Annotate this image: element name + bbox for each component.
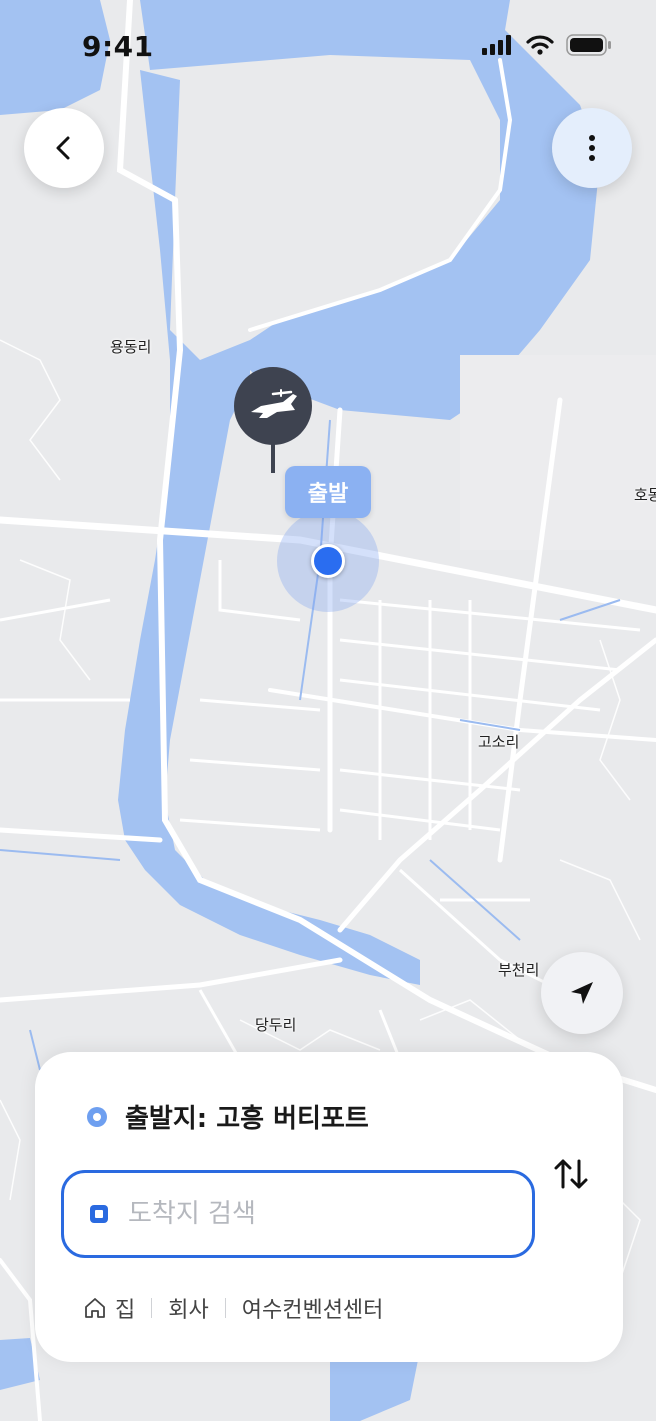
shortcut-convention-center-label: 여수컨벤션센터 [241,1298,384,1323]
vertiport-marker-stem [271,443,275,473]
origin-tag[interactable]: 출발 [285,466,371,518]
destination-search-input[interactable] [126,1198,510,1230]
shortcut-work-label: 회사 [168,1298,209,1323]
more-menu-button[interactable] [552,108,632,188]
plane-icon [251,389,297,418]
map-label-bucheon: 부천리 [498,961,540,979]
more-vertical-icon [589,135,595,161]
map-label-dangdu: 당두리 [255,1016,297,1034]
origin-text: 출발지: 고흥 버티포트 [125,1104,369,1134]
favorite-shortcuts: 집 회사 여수컨벤션센터 [83,1292,383,1324]
map-label-yongdong: 용동리 [110,338,152,356]
home-icon [85,1298,105,1318]
vertiport-marker-head [234,367,312,445]
status-time: 9:41 [82,30,154,63]
map-label-hodong: 호동 [634,486,656,504]
shortcut-home[interactable]: 집 [83,1292,135,1324]
destination-field[interactable] [61,1170,535,1258]
wifi-icon [526,35,554,55]
shortcut-work[interactable]: 회사 [168,1292,208,1324]
status-bar: 9:41 [0,0,656,90]
shortcut-divider [224,1298,226,1318]
vertiport-marker[interactable] [234,367,312,473]
cellular-signal-icon [482,35,511,55]
destination-square-icon [90,1205,108,1223]
my-location-button[interactable] [541,952,623,1034]
battery-icon [566,34,611,56]
status-icons [482,34,612,56]
swap-button[interactable] [545,1148,597,1200]
route-panel: 출발지: 고흥 버티포트 집 회사 여수컨벤션센터 [35,1052,623,1362]
map-label-goso: 고소리 [478,733,520,751]
shortcut-home-label: 집 [115,1298,136,1323]
navigation-arrow-icon [571,982,593,1004]
origin-location-dot[interactable] [311,544,345,578]
back-button[interactable] [24,108,104,188]
shortcut-convention-center[interactable]: 여수컨벤션센터 [242,1292,384,1324]
shortcut-divider [151,1298,153,1318]
origin-dot-icon [87,1106,107,1127]
chevron-left-icon [56,136,70,160]
swap-vertical-icon [554,1159,588,1189]
origin-row[interactable]: 출발지: 고흥 버티포트 [87,1098,369,1135]
